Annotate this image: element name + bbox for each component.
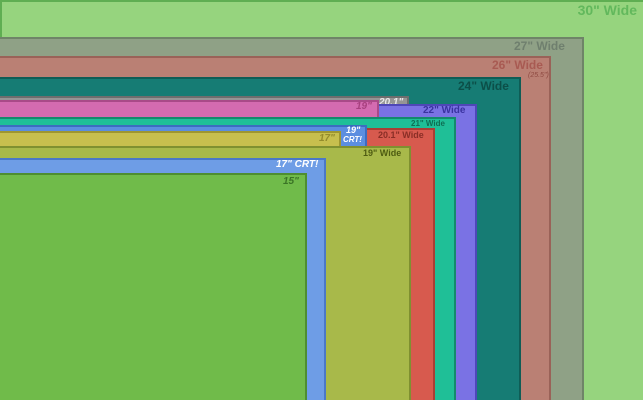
label-27-wide: 27" Wide (514, 39, 565, 53)
label-21-wide: 21" Wide (411, 119, 445, 128)
label-15: 15" (283, 176, 299, 187)
label-17-crt: 17" CRT! (276, 159, 319, 170)
monitor-size-comparison-diagram: 30" Wide 27" Wide 26" Wide (25.5") 24" W… (0, 0, 643, 400)
label-19: 19" (356, 101, 372, 112)
screen-15 (0, 173, 307, 400)
label-30-wide: 30" Wide (577, 2, 637, 18)
label-24-wide: 24" Wide (458, 79, 509, 93)
label-26-wide-note: (25.5") (528, 72, 549, 79)
label-26-wide: 26" Wide (492, 58, 543, 72)
label-19-crt-note: CRT! (343, 135, 362, 144)
label-20-1-wide: 20.1" Wide (378, 130, 424, 140)
label-17: 17" (319, 133, 335, 144)
label-19-crt: 19" (346, 125, 361, 135)
label-19-wide: 19" Wide (363, 148, 402, 158)
label-22-wide: 22" Wide (423, 105, 466, 116)
